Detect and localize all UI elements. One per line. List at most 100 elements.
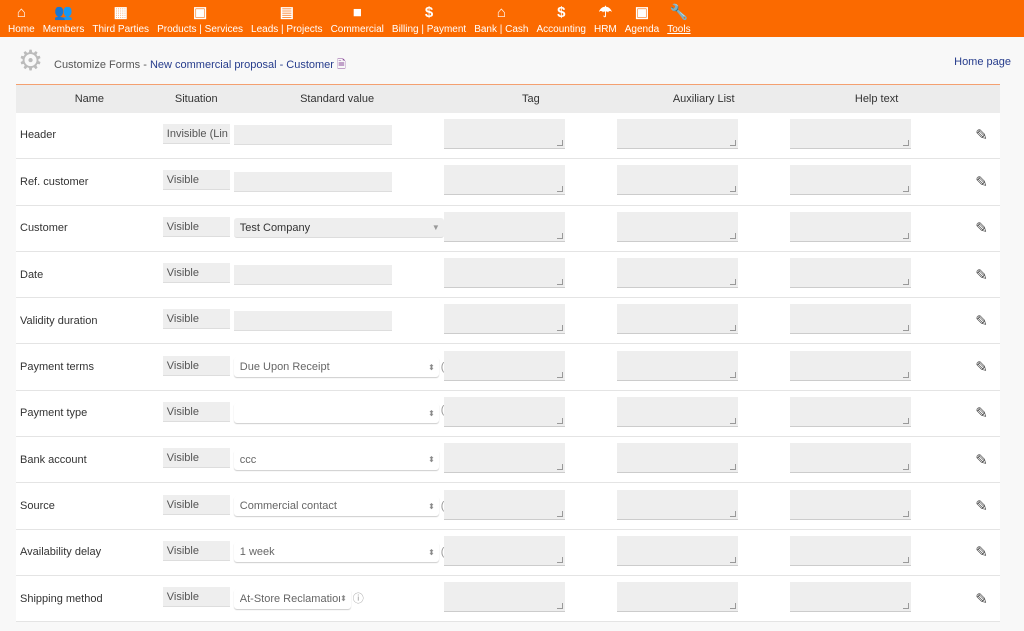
- nav-accounting[interactable]: $ Accounting: [533, 0, 590, 37]
- table-row: Shipping method Visible At-Store Reclama…: [16, 575, 1000, 623]
- nav-billing-payment[interactable]: $ Billing | Payment: [388, 0, 470, 37]
- edit-pencil-icon[interactable]: ✎: [963, 158, 1000, 206]
- auxiliary-list-textarea[interactable]: [617, 443, 739, 474]
- table-row: Availability delay Visible 1 week ⬍( ✎: [16, 529, 1000, 576]
- auxiliary-list-textarea[interactable]: [617, 258, 739, 289]
- help-text-textarea[interactable]: [790, 535, 912, 566]
- nav-products-services[interactable]: ▣ Products | Services: [153, 0, 247, 37]
- standard-value-select[interactable]: At-Store Reclamation ⬍: [233, 588, 351, 609]
- auxiliary-list-textarea[interactable]: [617, 582, 739, 613]
- standard-value-input[interactable]: [233, 264, 392, 285]
- nav-label: Commercial: [330, 24, 384, 35]
- situation-value[interactable]: Visible: [162, 494, 230, 515]
- field-name: Date: [16, 251, 163, 299]
- tag-textarea[interactable]: [444, 582, 566, 613]
- help-text-textarea[interactable]: [790, 304, 912, 335]
- help-text-textarea[interactable]: [790, 350, 912, 381]
- standard-value-input[interactable]: [233, 310, 392, 331]
- edit-pencil-icon[interactable]: ✎: [963, 205, 1000, 252]
- auxiliary-list-textarea[interactable]: [617, 396, 739, 427]
- standard-value-combo[interactable]: Test Company ▼: [233, 218, 444, 239]
- edit-pencil-icon[interactable]: ✎: [963, 436, 1000, 484]
- help-text-textarea[interactable]: [790, 211, 912, 242]
- situation-value[interactable]: Invisible (Lin: [162, 123, 230, 144]
- standard-value-select[interactable]: Due Upon Receipt ⬍: [233, 357, 439, 378]
- auxiliary-list-textarea[interactable]: [617, 489, 739, 520]
- standard-value-select[interactable]: Commercial contact ⬍: [233, 496, 439, 517]
- nav-hrm[interactable]: ☂ HRM: [590, 0, 621, 37]
- situation-value[interactable]: Visible: [162, 309, 230, 330]
- edit-pencil-icon[interactable]: ✎: [963, 112, 1000, 160]
- nav-tools[interactable]: 🔧 Tools: [663, 0, 694, 37]
- tag-textarea[interactable]: [444, 535, 566, 566]
- tag-textarea[interactable]: [444, 443, 566, 474]
- column-header: [963, 84, 1000, 113]
- edit-pencil-icon[interactable]: ✎: [963, 482, 1000, 530]
- table-row: Header Invisible (Lin ✎: [16, 112, 1000, 160]
- umbrella-icon: ☂: [598, 4, 613, 21]
- edit-pencil-icon[interactable]: ✎: [963, 575, 1000, 623]
- tag-textarea[interactable]: [444, 118, 566, 149]
- tag-textarea[interactable]: [444, 396, 566, 427]
- tag-textarea[interactable]: [444, 350, 566, 381]
- column-header: Name: [16, 84, 163, 113]
- nav-agenda[interactable]: ▣ Agenda: [621, 0, 663, 37]
- table-row: Bank account Visible ccc ⬍ ✎: [16, 436, 1000, 484]
- edit-pencil-icon[interactable]: ✎: [963, 529, 1000, 576]
- nav-bank-cash[interactable]: ⌂ Bank | Cash: [470, 0, 532, 37]
- auxiliary-list-textarea[interactable]: [617, 304, 739, 335]
- home-page-link[interactable]: Home page: [954, 56, 1011, 68]
- nav-members[interactable]: 👥 Members: [39, 0, 89, 37]
- tag-textarea[interactable]: [444, 211, 566, 242]
- standard-value-select[interactable]: 1 week ⬍: [233, 542, 439, 563]
- situation-value[interactable]: Visible: [162, 448, 230, 469]
- situation-value[interactable]: Visible: [162, 587, 230, 608]
- edit-pencil-icon[interactable]: ✎: [963, 297, 1000, 345]
- help-text-textarea[interactable]: [790, 258, 912, 289]
- nav-leads-projects[interactable]: ▤ Leads | Projects: [247, 0, 327, 37]
- situation-value[interactable]: Visible: [162, 355, 230, 376]
- situation-value[interactable]: Visible: [162, 263, 230, 284]
- document-icon[interactable]: 🗎: [337, 59, 346, 71]
- help-text-textarea[interactable]: [790, 582, 912, 613]
- auxiliary-list-textarea[interactable]: [617, 165, 739, 196]
- standard-value-input[interactable]: [233, 171, 392, 192]
- help-text-textarea[interactable]: [790, 396, 912, 427]
- tag-textarea[interactable]: [444, 304, 566, 335]
- selected-value: Commercial contact: [239, 500, 337, 513]
- situation-value[interactable]: Visible: [162, 216, 230, 237]
- standard-value-input[interactable]: [233, 125, 392, 146]
- help-text-textarea[interactable]: [790, 443, 912, 474]
- edit-pencil-icon[interactable]: ✎: [963, 251, 1000, 299]
- auxiliary-list-textarea[interactable]: [617, 350, 739, 381]
- help-text-textarea[interactable]: [790, 118, 912, 149]
- tag-textarea[interactable]: [444, 165, 566, 196]
- standard-value-select[interactable]: ⬍: [233, 403, 439, 424]
- nav-third-parties[interactable]: ▦ Third Parties: [88, 0, 153, 37]
- help-text-textarea[interactable]: [790, 165, 912, 196]
- situation-value[interactable]: Visible: [162, 401, 230, 422]
- auxiliary-list-textarea[interactable]: [617, 211, 739, 242]
- form-link[interactable]: New commercial proposal - Customer: [150, 59, 334, 71]
- building-icon: ▦: [113, 4, 128, 21]
- edit-pencil-icon[interactable]: ✎: [963, 390, 1000, 438]
- nav-commercial[interactable]: ■ Commercial: [327, 0, 388, 37]
- situation-value[interactable]: Visible: [162, 540, 230, 561]
- standard-value-select[interactable]: ccc ⬍: [233, 449, 439, 470]
- image-icon: ▣: [192, 4, 208, 21]
- field-name: Header: [16, 112, 163, 160]
- column-header: Standard value: [229, 84, 445, 113]
- nav-label: Third Parties: [92, 24, 150, 35]
- help-text-textarea[interactable]: [790, 489, 912, 520]
- selected-value: At-Store Reclamation: [239, 592, 341, 605]
- auxiliary-list-textarea[interactable]: [617, 118, 739, 149]
- situation-value[interactable]: Visible: [162, 170, 230, 191]
- tag-textarea[interactable]: [444, 489, 566, 520]
- nav-label: Bank | Cash: [474, 24, 529, 35]
- edit-pencil-icon[interactable]: ✎: [963, 343, 1000, 391]
- auxiliary-list-textarea[interactable]: [617, 535, 739, 566]
- fields-table: Name Situation Standard value Tag Auxiliary …: [16, 84, 1000, 623]
- field-name: Payment type: [16, 390, 163, 438]
- tag-textarea[interactable]: [444, 258, 566, 289]
- nav-home[interactable]: ⌂ Home: [4, 0, 39, 37]
